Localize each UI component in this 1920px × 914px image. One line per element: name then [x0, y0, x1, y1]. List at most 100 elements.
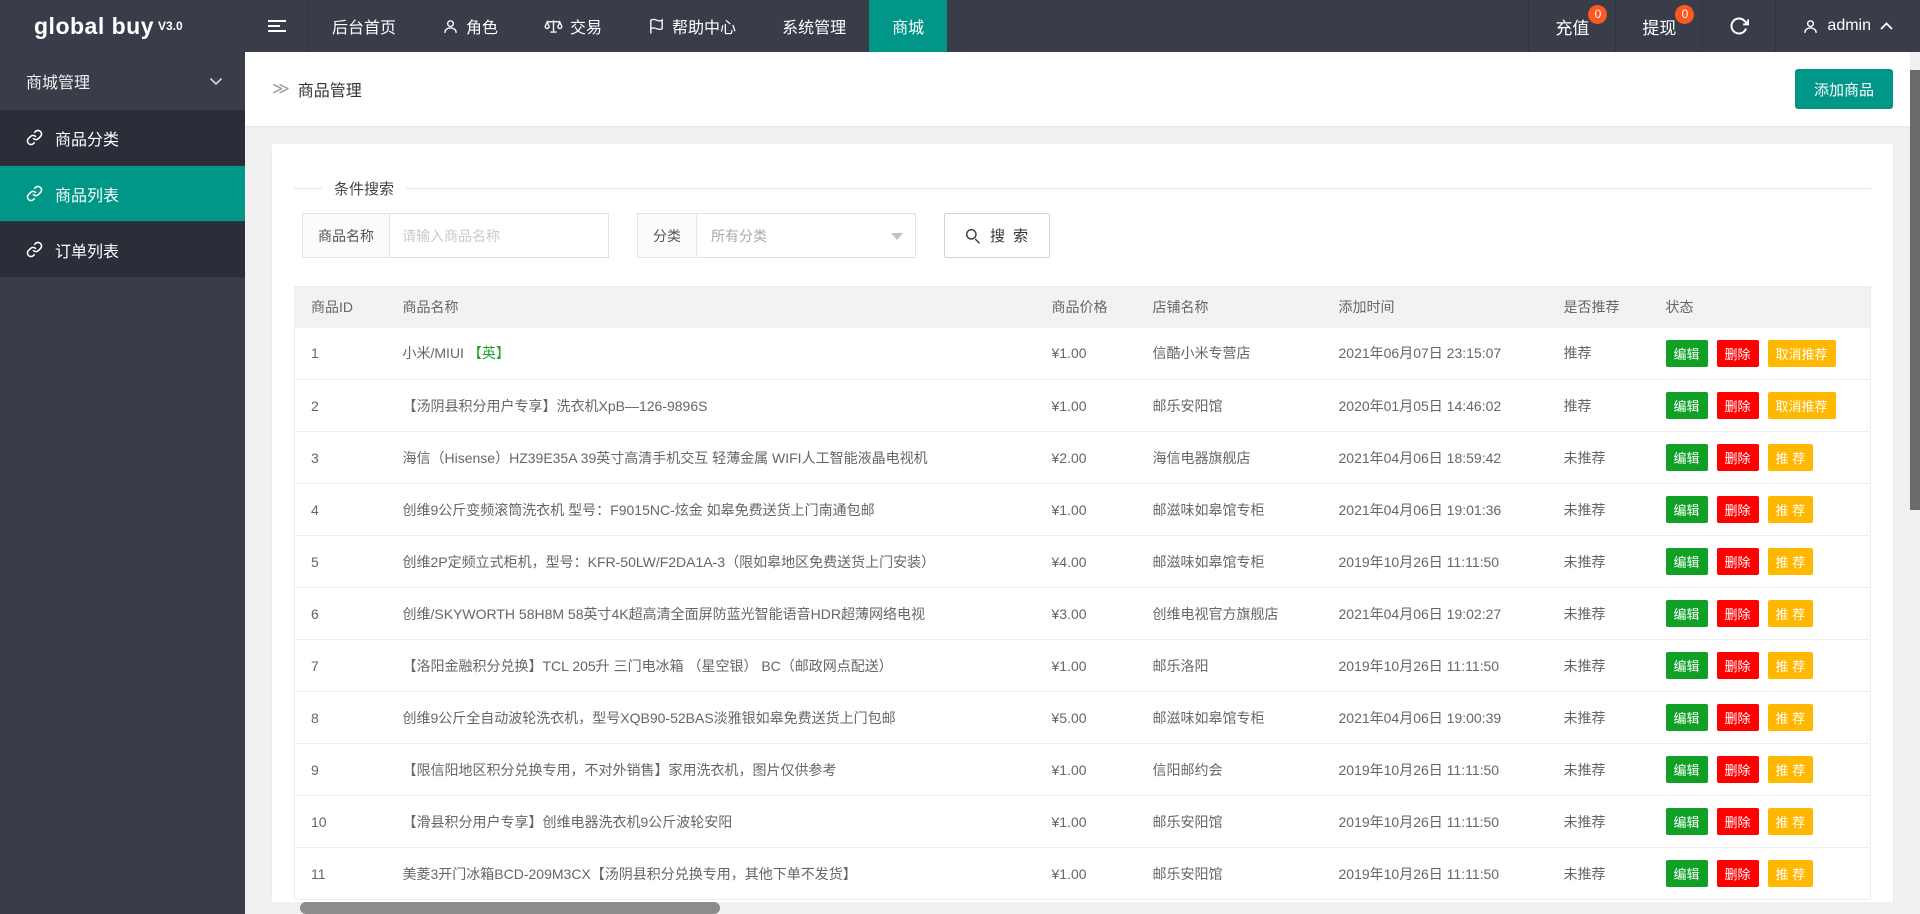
recommended-cell: 未推荐	[1555, 847, 1658, 900]
nav-item-help-center[interactable]: 帮助中心	[625, 0, 759, 52]
withdraw-badge: 0	[1675, 5, 1695, 24]
added-time-cell: 2019年10月26日 11:11:50	[1330, 743, 1556, 796]
product-name-text: 【限信阳地区积分兑换专用，不对外销售】家用洗衣机，图片仅供参考	[402, 761, 837, 778]
recommend-button[interactable]: 推 荐	[1767, 704, 1814, 731]
product-name-input[interactable]	[390, 214, 608, 257]
recommend-button[interactable]: 推 荐	[1767, 808, 1814, 835]
recommend-button[interactable]: 推 荐	[1767, 600, 1814, 627]
recommend-button[interactable]: 推 荐	[1767, 496, 1814, 523]
status-cell: 编辑 删除推 荐	[1657, 587, 1871, 640]
store-name-cell: 邮滋味如皋馆专柜	[1144, 691, 1331, 744]
edit-button[interactable]: 编辑	[1665, 808, 1708, 835]
sidebar-item-order-list[interactable]: 订单列表	[0, 222, 245, 278]
recommend-button[interactable]: 推 荐	[1767, 860, 1814, 887]
delete-button[interactable]: 删除	[1716, 652, 1759, 679]
delete-button[interactable]: 删除	[1716, 704, 1759, 731]
recommend-button[interactable]: 推 荐	[1767, 756, 1814, 783]
product-name-group: 商品名称	[302, 213, 609, 258]
edit-button[interactable]: 编辑	[1665, 652, 1708, 679]
delete-button[interactable]: 删除	[1716, 756, 1759, 783]
product-name-text: 美菱3开门冰箱BCD-209M3CX【汤阴县积分兑换专用，其他下单不发货】	[402, 865, 857, 882]
product-id-cell: 5	[294, 535, 395, 588]
double-chevron-icon: ≫	[272, 79, 290, 98]
edit-button[interactable]: 编辑	[1665, 860, 1708, 887]
edit-button[interactable]: 编辑	[1665, 496, 1708, 523]
cancel-recommend-button[interactable]: 取消推荐	[1767, 339, 1836, 367]
sidebar-item-product-list[interactable]: 商品列表	[0, 166, 245, 222]
nav-label: 系统管理	[782, 20, 847, 37]
column-header: 商品ID	[294, 286, 395, 328]
column-header: 是否推荐	[1555, 286, 1658, 328]
nav-item-dashboard[interactable]: 后台首页	[309, 0, 419, 52]
magnifier-icon	[964, 227, 981, 244]
link-icon	[26, 185, 43, 202]
nav-item-roles[interactable]: 角色	[419, 0, 521, 52]
logo-title: global buy	[34, 12, 154, 39]
sidebar-group-mall-management[interactable]: 商城管理	[0, 52, 245, 110]
added-time-cell: 2019年10月26日 11:11:50	[1330, 639, 1556, 692]
added-time-cell: 2019年10月26日 11:11:50	[1330, 795, 1556, 848]
cancel-recommend-button[interactable]: 取消推荐	[1767, 392, 1836, 419]
recommend-button[interactable]: 推 荐	[1767, 444, 1814, 471]
added-time-cell: 2020年01月05日 14:46:02	[1330, 379, 1556, 432]
search-legend: 条件搜索	[334, 181, 395, 198]
horizontal-scrollbar-thumb[interactable]	[300, 902, 720, 914]
delete-button[interactable]: 删除	[1716, 600, 1759, 627]
category-group: 分类 所有分类	[637, 213, 916, 258]
delete-button[interactable]: 删除	[1716, 496, 1759, 523]
status-cell: 编辑 删除 取消推荐	[1657, 379, 1871, 432]
delete-button[interactable]: 删除	[1716, 392, 1759, 419]
edit-button[interactable]: 编辑	[1665, 392, 1708, 419]
product-table: 商品ID 商品名称 商品价格 店铺名称 添加时间 是否推荐 状态 1 小米/MIUI 【英】 ¥…	[294, 286, 1871, 900]
column-header: 商品名称	[394, 286, 1044, 328]
sidebar-item-product-category[interactable]: 商品分类	[0, 110, 245, 166]
withdraw-button[interactable]: 提现 0	[1615, 0, 1702, 52]
store-name-cell: 信阳邮约会	[1144, 743, 1331, 796]
nav-label: 商城	[892, 20, 925, 37]
table-row: 2 【汤阴县积分用户专享】洗衣机XpB—126-9896S ¥1.00 邮乐安阳馆 20…	[294, 379, 1871, 432]
delete-button[interactable]: 删除	[1716, 860, 1759, 887]
nav-label: 交易	[570, 20, 603, 37]
delete-button[interactable]: 删除	[1716, 548, 1759, 575]
nav-item-trade[interactable]: 交易	[521, 0, 625, 52]
recommended-cell: 未推荐	[1555, 483, 1658, 536]
recommend-button[interactable]: 推 荐	[1767, 548, 1814, 575]
refresh-icon	[1729, 16, 1750, 36]
recommended-cell: 推荐	[1555, 327, 1658, 380]
sidebar-item-label: 商品分类	[55, 131, 120, 149]
delete-button[interactable]: 删除	[1716, 444, 1759, 471]
refresh-button[interactable]	[1702, 0, 1775, 52]
edit-button[interactable]: 编辑	[1665, 704, 1708, 731]
delete-button[interactable]: 删除	[1716, 808, 1759, 835]
chevron-down-icon	[209, 77, 223, 86]
add-product-button[interactable]: 添加商品	[1794, 69, 1893, 109]
edit-button[interactable]: 编辑	[1665, 339, 1708, 367]
edit-button[interactable]: 编辑	[1665, 548, 1708, 575]
sidebar-group-label: 商城管理	[26, 75, 91, 92]
product-name-cell: 创维9公斤全自动波轮洗衣机，型号XQB90-52BAS淡雅银如皋免费送货上门包邮	[394, 691, 1044, 744]
menu-toggle-button[interactable]	[245, 0, 309, 52]
recommended-cell: 未推荐	[1555, 795, 1658, 848]
status-cell: 编辑 删除推 荐	[1657, 431, 1871, 484]
product-name-cell: 创维9公斤变频滚筒洗衣机 型号：F9015NC-炫金 如皋免费送货上门南通包邮	[394, 483, 1044, 536]
product-name-cell: 海信（Hisense）HZ39E35A 39英寸高清手机交互 轻薄金属 WIFI…	[394, 431, 1044, 484]
search-button[interactable]: 搜 索	[944, 213, 1051, 258]
edit-button[interactable]: 编辑	[1665, 756, 1708, 783]
header-right: 充值 0 提现 0 admin	[1528, 0, 1920, 52]
recharge-button[interactable]: 充值 0	[1528, 0, 1615, 52]
nav-item-system[interactable]: 系统管理	[759, 0, 869, 52]
edit-button[interactable]: 编辑	[1665, 444, 1708, 471]
nav-item-mall[interactable]: 商城	[869, 0, 948, 52]
vertical-scrollbar-thumb[interactable]	[1910, 70, 1920, 510]
table-row: 1 小米/MIUI 【英】 ¥1.00 信酷小米专营店 2021年06月07日 23:1…	[294, 327, 1871, 380]
user-menu[interactable]: admin	[1775, 0, 1920, 52]
product-name-text: 创维9公斤变频滚筒洗衣机 型号：F9015NC-炫金 如皋免费送货上门南通包邮	[402, 501, 875, 518]
product-name-label: 商品名称	[303, 214, 390, 257]
nav-label: 帮助中心	[672, 20, 737, 37]
added-time-cell: 2019年10月26日 11:11:50	[1330, 847, 1556, 900]
edit-button[interactable]: 编辑	[1665, 600, 1708, 627]
delete-button[interactable]: 删除	[1716, 339, 1759, 367]
recommend-button[interactable]: 推 荐	[1767, 652, 1814, 679]
horizontal-scrollbar-track[interactable]	[245, 902, 1920, 914]
category-select[interactable]: 所有分类	[697, 214, 915, 257]
